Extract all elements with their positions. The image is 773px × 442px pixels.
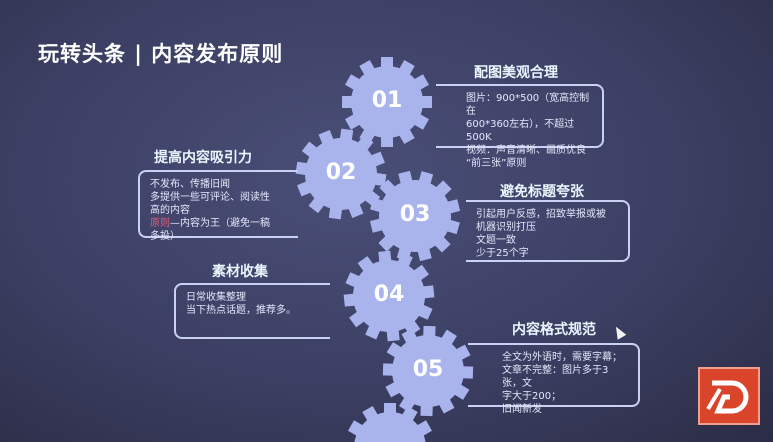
partial-gear-icon [348, 403, 432, 442]
text-line: “前三张”原则 [466, 158, 527, 169]
text-line: 少于25个字 [476, 248, 529, 259]
logo-icon [698, 367, 760, 425]
gear-label-05: 05 [412, 357, 444, 382]
gear-label-02: 02 [325, 160, 357, 185]
gear-label-04: 04 [373, 282, 405, 307]
text-line: 日常收集整理 [186, 292, 246, 303]
heading-image: 配图美观合理 [474, 65, 558, 81]
gear-label-01: 01 [371, 88, 403, 113]
highlight-text: 原则 [150, 218, 170, 229]
text-line: 多提供一些可评论、阅读性 [150, 192, 270, 203]
text-line: 旧闻新发 [502, 404, 542, 415]
text-line: 全文为外语时，需要字幕； [502, 352, 622, 363]
box-attraction: 不发布、传播旧闻 多提供一些可评论、阅读性 高的内容 原则—内容为王（避免一稿多… [138, 170, 298, 242]
text-line: 文章不完整：图片多于3张，文 [502, 365, 609, 389]
box-format: 全文为外语时，需要字幕； 文章不完整：图片多于3张，文 字大于200； 旧闻新发 [468, 343, 640, 415]
presentation-slide: 玩转头条 | 内容发布原则 01 02 03 04 05 配图美观合理 图片：9… [0, 0, 773, 442]
heading-format: 内容格式规范 [512, 322, 596, 338]
text-line: 字大于200； [502, 391, 562, 402]
text-line: 文题一致 [476, 235, 516, 246]
gear-label-03: 03 [399, 202, 431, 227]
box-title-rule: 引起用户反感，招致举报或被 机器识别打压 文题一致 少于25个字 [466, 200, 630, 262]
heading-materials: 素材收集 [212, 264, 268, 280]
heading-title-rule: 避免标题夸张 [500, 184, 584, 200]
text-line: 原则—内容为王（避免一稿多投） [150, 217, 278, 243]
text-line: 引起用户反感，招致举报或被 [476, 209, 606, 220]
box-materials: 日常收集整理 当下热点话题，推荐多。 [174, 283, 330, 339]
text-line: 当下热点话题，推荐多。 [186, 305, 296, 316]
text-line: 机器识别打压 [476, 222, 536, 233]
text-line: 高的内容 [150, 205, 190, 216]
text-line: 图片：900*500（宽高控制在 [466, 93, 590, 117]
box-image: 图片：900*500（宽高控制在 600*360左右），不超过500K 视频：声… [436, 84, 604, 169]
heading-attraction: 提高内容吸引力 [154, 150, 252, 166]
text-line: 视频：声音清晰、画质优良 [466, 145, 586, 156]
text-line: 不发布、传播旧闻 [150, 179, 230, 190]
text-line: 600*360左右），不超过500K [466, 119, 575, 143]
